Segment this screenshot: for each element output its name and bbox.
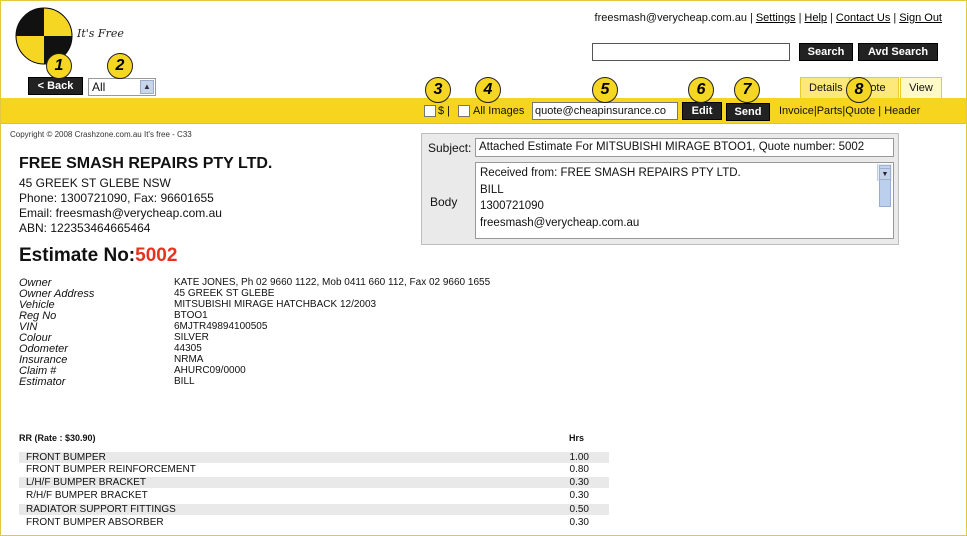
company-name: FREE SMASH REPAIRS PTY LTD.: [19, 155, 273, 172]
estimate-label: Estimate No:: [19, 245, 136, 266]
callout-badge: 2: [107, 53, 133, 79]
table-row: FRONT BUMPER 1.00: [19, 452, 609, 463]
email-panel: Subject: Attached Estimate For MITSUBISH…: [421, 133, 899, 245]
all-images-checkbox[interactable]: [458, 105, 470, 117]
body-scrollbar[interactable]: ▲ ▼: [877, 164, 892, 207]
body-line: BILL: [480, 183, 504, 196]
estimate-title: Estimate No:5002: [19, 245, 177, 267]
document-links: Invoice|Parts|Quote | Header: [779, 105, 921, 117]
search-input[interactable]: [592, 43, 790, 61]
subject-label: Subject:: [428, 141, 472, 155]
company-abn: ABN: 122353464665464: [19, 221, 151, 235]
search-button[interactable]: Search: [799, 43, 853, 61]
filter-select[interactable]: All ▲: [88, 78, 156, 96]
company-address: 45 GREEK ST GLEBE NSW: [19, 176, 171, 190]
chevron-up-icon[interactable]: ▲: [140, 80, 154, 94]
recipient-email-input[interactable]: quote@cheapinsurance.co: [532, 102, 678, 120]
header-link[interactable]: Header: [884, 105, 920, 117]
table-row: L/H/F BUMPER BRACKET 0.30: [19, 477, 609, 488]
scroll-down-icon[interactable]: ▼: [879, 167, 891, 180]
contact-us-link[interactable]: Contact Us: [836, 12, 890, 24]
body-line: Received from: FREE SMASH REPAIRS PTY LT…: [480, 167, 741, 179]
callout-badge: 3: [425, 77, 451, 103]
copyright-text: Copyright © 2008 Crashzone.com.au It's f…: [10, 130, 192, 139]
sign-out-link[interactable]: Sign Out: [899, 12, 942, 24]
app-window: It's Free freesmash@verycheap.com.au | Set…: [0, 0, 967, 536]
estimate-number: 5002: [135, 245, 178, 266]
hrs-column-header: Hrs: [569, 433, 585, 443]
body-label: Body: [430, 195, 458, 209]
company-email: Email: freesmash@verycheap.com.au: [19, 206, 222, 220]
table-row: FRONT BUMPER ABSORBER 0.30: [26, 517, 589, 528]
table-row: RADIATOR SUPPORT FITTINGS 0.50: [19, 504, 609, 515]
settings-link[interactable]: Settings: [756, 12, 796, 24]
help-link[interactable]: Help: [804, 12, 827, 24]
subject-input[interactable]: Attached Estimate For MITSUBISHI MIRAGE …: [475, 138, 894, 157]
body-textarea[interactable]: Received from: FREE SMASH REPAIRS PTY LT…: [475, 162, 894, 239]
callout-badge: 6: [688, 77, 714, 103]
all-images-label: All Images: [473, 105, 525, 117]
dollar-checkbox-label: $ |: [438, 105, 451, 117]
send-button[interactable]: Send: [726, 103, 770, 121]
callout-badge: 4: [475, 77, 501, 103]
avd-search-button[interactable]: Avd Search: [858, 43, 938, 61]
invoice-link[interactable]: Invoice: [779, 105, 814, 117]
table-row: R/H/F BUMPER BRACKET 0.30: [26, 490, 589, 501]
callout-badge: 5: [592, 77, 618, 103]
edit-button[interactable]: Edit: [682, 102, 722, 120]
filter-select-value: All: [92, 80, 106, 94]
body-line: 1300721090: [480, 200, 544, 212]
company-phone: Phone: 1300721090, Fax: 96601655: [19, 191, 214, 205]
body-line: freesmash@verycheap.com.au: [480, 216, 640, 229]
quote-link[interactable]: Quote: [845, 105, 875, 117]
tagline: It's Free: [77, 27, 124, 40]
back-button[interactable]: < Back: [28, 77, 83, 95]
tab-view[interactable]: View: [900, 77, 942, 98]
account-email: freesmash@verycheap.com.au: [594, 12, 747, 24]
labour-rate-title: RR (Rate : $30.90): [19, 433, 96, 443]
callout-badge: 1: [46, 53, 72, 79]
callout-badge: 8: [846, 77, 872, 103]
parts-link[interactable]: Parts: [817, 105, 843, 117]
dollar-checkbox[interactable]: [424, 105, 436, 117]
top-links: freesmash@verycheap.com.au | Settings | Help…: [594, 12, 942, 24]
scrollbar-thumb[interactable]: [879, 179, 891, 207]
callout-badge: 7: [734, 77, 760, 103]
table-row: FRONT BUMPER REINFORCEMENT 0.80: [26, 464, 589, 475]
